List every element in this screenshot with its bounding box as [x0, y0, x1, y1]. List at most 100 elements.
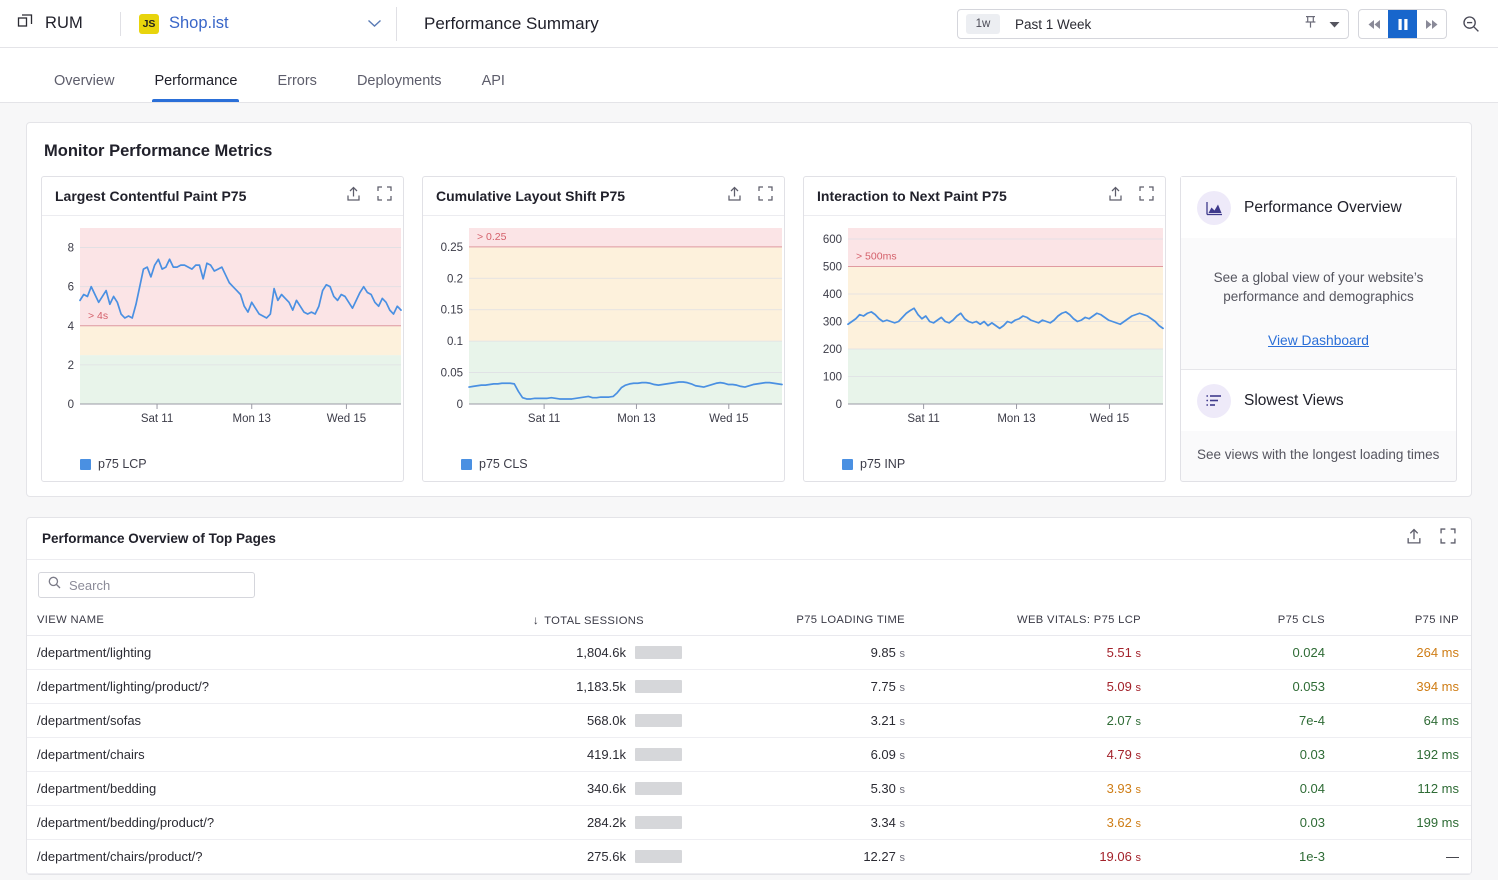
table-row[interactable]: /department/lighting 1,804.6k 9.85 s 5.51 s…	[27, 636, 1471, 670]
table-row[interactable]: /department/chairs/product/? 275.6k 12.27 …	[27, 840, 1471, 874]
svg-text:200: 200	[823, 344, 842, 356]
view-name-link[interactable]: /department/lighting/product/?	[37, 679, 209, 694]
pin-icon[interactable]	[1304, 15, 1317, 34]
svg-text:2: 2	[68, 360, 74, 372]
performance-overview-header: Performance Overview	[1181, 177, 1456, 238]
table-row[interactable]: /department/chairs 419.1k 6.09 s 4.79 s 0.03…	[27, 738, 1471, 772]
export-icon[interactable]	[1108, 186, 1123, 207]
export-icon[interactable]	[1406, 528, 1422, 550]
svg-text:> 500ms: > 500ms	[856, 251, 897, 263]
svg-text:6: 6	[68, 282, 74, 294]
slowest-views-desc: See views with the longest loading times	[1197, 446, 1440, 462]
cell-p75-lcp: 5.51 s	[1106, 645, 1141, 660]
slowest-views-header: Slowest Views	[1181, 369, 1456, 431]
table-row[interactable]: /department/lighting/product/? 1,183.5k 7.…	[27, 670, 1471, 704]
sessions-value: 275.6k	[586, 849, 626, 864]
time-range-badge: 1w	[966, 14, 1000, 34]
tab-overview[interactable]: Overview	[34, 73, 134, 102]
area-chart-icon	[1197, 191, 1231, 225]
page-title: Performance Summary	[424, 13, 599, 33]
pause-button[interactable]	[1388, 10, 1417, 38]
slowest-views-title: Slowest Views	[1244, 391, 1344, 409]
table-row[interactable]: /department/sofas 568.0k 3.21 s 2.07 s 7e-4 6…	[27, 704, 1471, 738]
chart-body-inp[interactable]: 0 100 200 300 400 500 600 > 500ms Sat 11 Mon 13 We…	[804, 216, 1165, 482]
column-header-view-name[interactable]: VIEW NAME	[27, 607, 532, 636]
service-selector[interactable]: JS Shop.ist	[121, 0, 396, 48]
tab-performance[interactable]: Performance	[134, 73, 257, 102]
cell-p75-loading-time: 12.27 s	[863, 849, 905, 864]
table-row[interactable]: /department/bedding 340.6k 5.30 s 3.93 s 0.0…	[27, 772, 1471, 806]
svg-text:300: 300	[823, 317, 842, 329]
cell-p75-loading-time: 3.21 s	[870, 713, 905, 728]
cell-total-sessions: 1,183.5k	[532, 670, 692, 704]
fullscreen-icon[interactable]	[1440, 527, 1456, 550]
performance-overview-title: Performance Overview	[1244, 199, 1402, 216]
chart-card-header: Cumulative Layout Shift P75	[423, 177, 784, 216]
svg-text:400: 400	[823, 289, 842, 301]
tab-errors[interactable]: Errors	[257, 73, 336, 102]
table-row[interactable]: /department/bedding/product/? 284.2k 3.34 …	[27, 806, 1471, 840]
legend-label: p75 CLS	[479, 457, 528, 471]
svg-text:500: 500	[823, 262, 842, 274]
sessions-value: 1,183.5k	[576, 679, 626, 694]
performance-overview-block: Performance Overview See a global view o…	[1181, 177, 1456, 370]
chart-card-lcp: Largest Contentful Paint P75 0 2 4 6 8 >…	[41, 176, 404, 482]
view-name-link[interactable]: /department/sofas	[37, 713, 141, 728]
svg-text:100: 100	[823, 372, 842, 384]
cell-p75-cls: 0.03	[1299, 815, 1325, 830]
svg-text:0.1: 0.1	[447, 336, 463, 348]
chart-body-lcp[interactable]: 0 2 4 6 8 > 4s Sat 11 Mon 13 Wed 15 p75 LCP	[42, 216, 403, 482]
sessions-bar	[635, 680, 682, 693]
cell-total-sessions: 275.6k	[532, 840, 692, 874]
chart-title: Cumulative Layout Shift P75	[436, 188, 626, 204]
chart-body-cls[interactable]: 0 0.05 0.1 0.15 0.2 0.25 > 0.25 Sat 11 Mon 13 Wed…	[423, 216, 784, 482]
view-name-link[interactable]: /department/chairs	[37, 747, 145, 762]
chevron-down-icon[interactable]	[367, 16, 382, 31]
chart-title: Interaction to Next Paint P75	[817, 188, 1007, 204]
svg-text:Mon 13: Mon 13	[233, 413, 271, 425]
app-brand[interactable]: RUM	[0, 11, 120, 36]
chart-card-header: Interaction to Next Paint P75	[804, 177, 1165, 216]
svg-text:0: 0	[836, 399, 842, 411]
chart-legend-lcp: p75 LCP	[80, 457, 147, 471]
view-name-link[interactable]: /department/bedding	[37, 781, 156, 796]
dropdown-caret-icon[interactable]	[1329, 15, 1340, 33]
sessions-bar	[635, 850, 682, 863]
export-icon[interactable]	[346, 186, 361, 207]
service-name: Shop.ist	[169, 14, 229, 32]
column-header-p75-cls[interactable]: P75 CLS	[1149, 607, 1334, 636]
view-dashboard-link[interactable]: View Dashboard	[1201, 331, 1436, 351]
topbar-right-controls: 1w Past 1 Week	[957, 0, 1486, 48]
fullscreen-icon[interactable]	[758, 185, 773, 207]
search-box[interactable]	[38, 572, 255, 598]
cell-view-name: /department/chairs/product/?	[27, 840, 532, 874]
fullscreen-icon[interactable]	[377, 185, 392, 207]
top-bar: RUM JS Shop.ist Performance Summary 1w P…	[0, 0, 1498, 48]
zoom-out-icon[interactable]	[1456, 9, 1486, 39]
cell-p75-inp: 199 ms	[1416, 815, 1459, 830]
step-backward-button[interactable]	[1359, 10, 1388, 38]
tab-api[interactable]: API	[462, 73, 525, 102]
cell-p75-loading-time: 9.85 s	[870, 645, 905, 660]
column-header-total-sessions[interactable]: ↓ TOTAL SESSIONS	[532, 607, 692, 636]
view-name-link[interactable]: /department/bedding/product/?	[37, 815, 214, 830]
view-name-link[interactable]: /department/chairs/product/?	[37, 849, 202, 864]
column-header-p75-lcp[interactable]: WEB VITALS: P75 LCP	[914, 607, 1149, 636]
time-range-picker[interactable]: 1w Past 1 Week	[957, 9, 1349, 39]
fullscreen-icon[interactable]	[1139, 185, 1154, 207]
sort-list-icon	[1197, 383, 1231, 418]
column-header-p75-loading-time[interactable]: P75 LOADING TIME	[692, 607, 914, 636]
view-name-link[interactable]: /department/lighting	[37, 645, 151, 660]
export-icon[interactable]	[727, 186, 742, 207]
time-range-label: Past 1 Week	[1015, 16, 1092, 32]
legend-swatch	[80, 458, 91, 470]
app-name: RUM	[45, 14, 83, 32]
step-forward-button[interactable]	[1417, 10, 1446, 38]
main-tabs: Overview Performance Errors Deployments …	[0, 48, 1498, 103]
search-input[interactable]	[69, 577, 245, 593]
column-header-p75-inp[interactable]: P75 INP	[1334, 607, 1471, 636]
top-pages-panel: Performance Overview of Top Pages Search…	[26, 517, 1472, 875]
chart-card-cls: Cumulative Layout Shift P75 0 0.05 0.1 0…	[422, 176, 785, 482]
cell-p75-cls: 0.024	[1292, 645, 1325, 660]
tab-deployments[interactable]: Deployments	[337, 73, 462, 102]
